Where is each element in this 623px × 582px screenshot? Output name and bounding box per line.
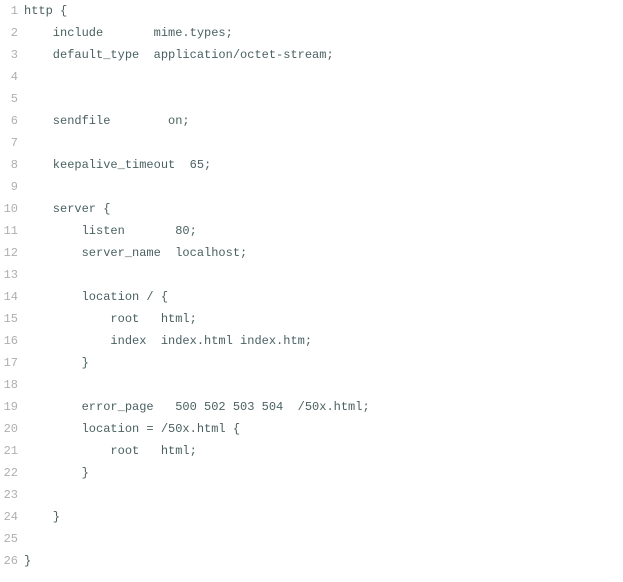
line-number: 6 xyxy=(0,110,24,132)
line-number: 22 xyxy=(0,462,24,484)
line-number: 3 xyxy=(0,44,24,66)
line-content: } xyxy=(24,550,623,572)
code-line: 24 } xyxy=(0,506,623,528)
code-line: 11 listen 80; xyxy=(0,220,623,242)
line-content: sendfile on; xyxy=(24,110,623,132)
line-number: 18 xyxy=(0,374,24,396)
line-number: 7 xyxy=(0,132,24,154)
line-number: 2 xyxy=(0,22,24,44)
line-content: default_type application/octet-stream; xyxy=(24,44,623,66)
code-line: 19 error_page 500 502 503 504 /50x.html; xyxy=(0,396,623,418)
line-number: 4 xyxy=(0,66,24,88)
code-line: 7 xyxy=(0,132,623,154)
line-content: } xyxy=(24,506,623,528)
line-number: 15 xyxy=(0,308,24,330)
line-number: 11 xyxy=(0,220,24,242)
code-block: 1http {2 include mime.types;3 default_ty… xyxy=(0,0,623,572)
line-content xyxy=(24,88,623,110)
line-content xyxy=(24,132,623,154)
code-line: 21 root html; xyxy=(0,440,623,462)
code-line: 22 } xyxy=(0,462,623,484)
code-line: 2 include mime.types; xyxy=(0,22,623,44)
line-number: 16 xyxy=(0,330,24,352)
line-content: include mime.types; xyxy=(24,22,623,44)
code-line: 12 server_name localhost; xyxy=(0,242,623,264)
line-content: } xyxy=(24,462,623,484)
code-line: 20 location = /50x.html { xyxy=(0,418,623,440)
code-line: 5 xyxy=(0,88,623,110)
line-number: 8 xyxy=(0,154,24,176)
line-content xyxy=(24,66,623,88)
line-content: error_page 500 502 503 504 /50x.html; xyxy=(24,396,623,418)
line-content: root html; xyxy=(24,308,623,330)
code-line: 25 xyxy=(0,528,623,550)
line-number: 5 xyxy=(0,88,24,110)
code-line: 4 xyxy=(0,66,623,88)
code-line: 15 root html; xyxy=(0,308,623,330)
code-line: 14 location / { xyxy=(0,286,623,308)
line-content xyxy=(24,176,623,198)
line-content: http { xyxy=(24,0,623,22)
line-content: } xyxy=(24,352,623,374)
line-content: location / { xyxy=(24,286,623,308)
code-line: 6 sendfile on; xyxy=(0,110,623,132)
line-content xyxy=(24,528,623,550)
line-number: 20 xyxy=(0,418,24,440)
line-content xyxy=(24,484,623,506)
line-content: server_name localhost; xyxy=(24,242,623,264)
line-content xyxy=(24,374,623,396)
line-content: listen 80; xyxy=(24,220,623,242)
line-content xyxy=(24,264,623,286)
line-number: 14 xyxy=(0,286,24,308)
code-line: 8 keepalive_timeout 65; xyxy=(0,154,623,176)
line-number: 19 xyxy=(0,396,24,418)
line-content: index index.html index.htm; xyxy=(24,330,623,352)
code-line: 18 xyxy=(0,374,623,396)
code-line: 1http { xyxy=(0,0,623,22)
line-number: 25 xyxy=(0,528,24,550)
line-number: 21 xyxy=(0,440,24,462)
code-line: 23 xyxy=(0,484,623,506)
line-content: keepalive_timeout 65; xyxy=(24,154,623,176)
code-line: 10 server { xyxy=(0,198,623,220)
line-number: 9 xyxy=(0,176,24,198)
line-number: 1 xyxy=(0,0,24,22)
line-number: 26 xyxy=(0,550,24,572)
code-line: 26} xyxy=(0,550,623,572)
line-number: 13 xyxy=(0,264,24,286)
code-line: 17 } xyxy=(0,352,623,374)
code-line: 9 xyxy=(0,176,623,198)
line-content: location = /50x.html { xyxy=(24,418,623,440)
line-number: 24 xyxy=(0,506,24,528)
line-number: 10 xyxy=(0,198,24,220)
code-line: 3 default_type application/octet-stream; xyxy=(0,44,623,66)
line-content: root html; xyxy=(24,440,623,462)
line-number: 23 xyxy=(0,484,24,506)
line-number: 12 xyxy=(0,242,24,264)
line-number: 17 xyxy=(0,352,24,374)
code-line: 16 index index.html index.htm; xyxy=(0,330,623,352)
line-content: server { xyxy=(24,198,623,220)
code-line: 13 xyxy=(0,264,623,286)
